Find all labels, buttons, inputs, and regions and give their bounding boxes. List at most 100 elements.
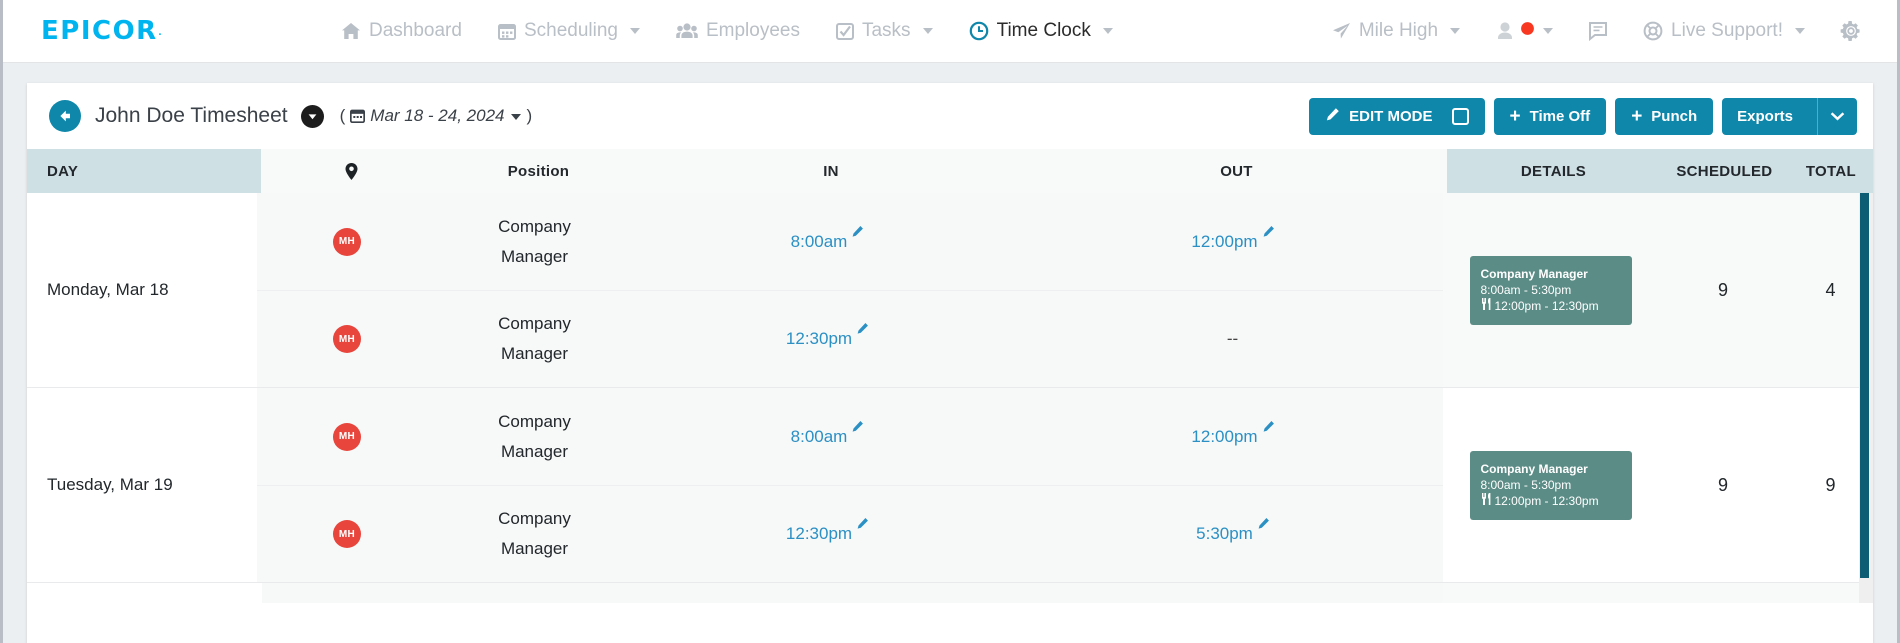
punch-position-cell: Company Manager (437, 212, 632, 272)
clock-icon (969, 21, 989, 41)
exports-button[interactable]: Exports (1722, 97, 1857, 135)
edit-mode-checkbox[interactable] (1451, 107, 1469, 125)
back-arrow-icon (60, 110, 70, 122)
edit-pencil-icon[interactable] (856, 320, 869, 340)
punch-button[interactable]: + Punch (1615, 97, 1714, 135)
punch-out-cell[interactable]: 5:30pm (1022, 518, 1443, 544)
nav-label-employees: Employees (705, 20, 800, 41)
punch-entry[interactable]: MH Company Manager 8:00am 12:00pm (257, 388, 1443, 485)
utensils-icon (1481, 297, 1491, 314)
punch-entry[interactable]: MH Company Manager 12:30pm (257, 485, 1443, 582)
edit-pencil-icon[interactable] (1257, 515, 1270, 535)
nav-item-time-clock[interactable]: Time Clock (969, 20, 1113, 42)
col-header-day: DAY (47, 162, 79, 180)
epicor-logo[interactable]: EPICOR. (3, 16, 253, 46)
punch-location-cell: MH (257, 520, 437, 548)
home-icon (341, 22, 361, 40)
user-menu[interactable] (1494, 20, 1554, 42)
punch-out-cell[interactable]: 12:00pm (1022, 225, 1443, 252)
settings-button[interactable] (1839, 19, 1863, 43)
live-support-label: Live Support! (1671, 20, 1783, 41)
page-title: John Doe Timesheet (95, 104, 288, 127)
user-avatar-icon (1494, 21, 1516, 41)
timesheet-table: DAY Position IN OUT DETAILS SCHEDULED TO… (27, 149, 1873, 603)
punch-in-cell[interactable]: 8:00am (632, 225, 1022, 252)
col-header-location (261, 149, 441, 193)
logo-dot: . (157, 22, 163, 39)
punch-location-cell: MH (257, 227, 437, 256)
live-support-menu[interactable]: Live Support! (1643, 20, 1805, 42)
messages-button[interactable] (1587, 21, 1609, 41)
date-range-label: Mar 18 - 24, 2024 (370, 106, 505, 125)
table-row[interactable]: Monday, Mar 18 MH Company Manager 8:00am… (27, 193, 1873, 388)
user-status-dot (1520, 20, 1535, 42)
top-navigation-bar: EPICOR. Dashboard Scheduling Employees T… (3, 0, 1897, 63)
edit-pencil-icon[interactable] (851, 223, 864, 243)
edit-pencil-icon[interactable] (851, 418, 864, 438)
edit-pencil-icon[interactable] (1262, 418, 1275, 438)
location-label: Mile High (1358, 20, 1439, 41)
row-details-cell[interactable]: Company Manager 8:00am - 5:30pm 12:00pm … (1443, 255, 1658, 325)
punch-in-cell[interactable]: 12:30pm (632, 323, 1022, 349)
avatar: MH (333, 227, 361, 256)
col-header-scheduled: SCHEDULED (1676, 162, 1773, 180)
punch-out-cell[interactable]: -- (1022, 329, 1443, 349)
punch-entry[interactable]: MH Company Manager 8:00am 12:00pm (257, 193, 1443, 290)
edit-mode-button[interactable]: EDIT MODE (1309, 97, 1485, 135)
position-line-1: Company (498, 411, 571, 431)
punch-in-cell[interactable]: 8:00am (632, 420, 1022, 447)
row-summary-group: Company Manager 8:00am - 5:30pm 12:00pm … (1443, 388, 1873, 582)
utensils-icon (1481, 492, 1491, 509)
nav-item-tasks[interactable]: Tasks (835, 20, 933, 42)
paren-close: ) (526, 106, 533, 125)
nav-label-time-clock: Time Clock (996, 20, 1091, 41)
chevron-down-circle-icon (308, 113, 317, 119)
table-row[interactable]: Tuesday, Mar 19 MH Company Manager 8:00a… (27, 388, 1873, 583)
date-range-selector[interactable]: ( Mar 18 - 24, 2024 ) (340, 106, 533, 126)
plus-icon: + (1631, 105, 1643, 127)
position-line-1: Company (498, 216, 571, 236)
punch-in-cell[interactable]: 12:30pm (632, 518, 1022, 544)
pencil-icon (1325, 107, 1340, 126)
schedule-card[interactable]: Company Manager 8:00am - 5:30pm 12:00pm … (1469, 255, 1632, 325)
position-line-1: Company (498, 314, 571, 333)
col-header-group-punches: Position IN OUT (261, 149, 1447, 193)
table-row[interactable] (27, 583, 1873, 603)
punch-out-time: 12:00pm (1191, 426, 1258, 446)
punch-out-time: 5:30pm (1196, 524, 1253, 543)
avatar: MH (333, 325, 361, 353)
gear-icon (1839, 19, 1863, 43)
punch-position-cell: Company Manager (437, 407, 632, 467)
exports-dropdown-toggle[interactable] (1817, 97, 1857, 135)
row-summary-group: Company Manager 8:00am - 5:30pm 12:00pm … (1443, 193, 1873, 387)
top-nav-right-group: Mile High Live Support! (1332, 19, 1897, 43)
nav-item-employees[interactable]: Employees (676, 20, 800, 42)
punch-in-time: 8:00am (790, 231, 848, 251)
table-scrollbar-thumb[interactable] (1860, 193, 1869, 578)
row-details-cell[interactable]: Company Manager 8:00am - 5:30pm 12:00pm … (1443, 450, 1658, 520)
time-off-button[interactable]: + Time Off (1493, 97, 1607, 135)
avatar: MH (333, 520, 361, 548)
nav-item-scheduling[interactable]: Scheduling (497, 20, 640, 42)
chevron-down-icon (1102, 28, 1113, 34)
chevron-down-icon (629, 28, 640, 34)
edit-pencil-icon[interactable] (1262, 223, 1275, 243)
row-summary-group (1443, 583, 1873, 603)
col-header-out: OUT (1220, 162, 1253, 180)
table-scrollbar[interactable] (1859, 193, 1873, 603)
employee-switch-button[interactable] (300, 104, 324, 128)
punch-in-time: 12:30pm (785, 524, 853, 543)
schedule-hours: 8:00am - 5:30pm (1480, 282, 1572, 297)
back-button[interactable] (49, 100, 81, 132)
schedule-break-time: 12:00pm - 12:30pm (1494, 493, 1599, 508)
punch-entry[interactable]: MH Company Manager 12:30pm (257, 290, 1443, 387)
chevron-down-icon (511, 114, 522, 120)
location-selector[interactable]: Mile High (1332, 20, 1461, 42)
nav-item-dashboard[interactable]: Dashboard (341, 20, 462, 42)
punch-out-cell[interactable]: 12:00pm (1022, 420, 1443, 447)
schedule-card[interactable]: Company Manager 8:00am - 5:30pm 12:00pm … (1469, 450, 1632, 520)
edit-pencil-icon[interactable] (856, 515, 869, 535)
main-menu: Dashboard Scheduling Employees Tasks Tim… (341, 20, 1113, 42)
position-line-2: Manager (500, 344, 569, 363)
schedule-position: Company Manager (1480, 266, 1588, 281)
